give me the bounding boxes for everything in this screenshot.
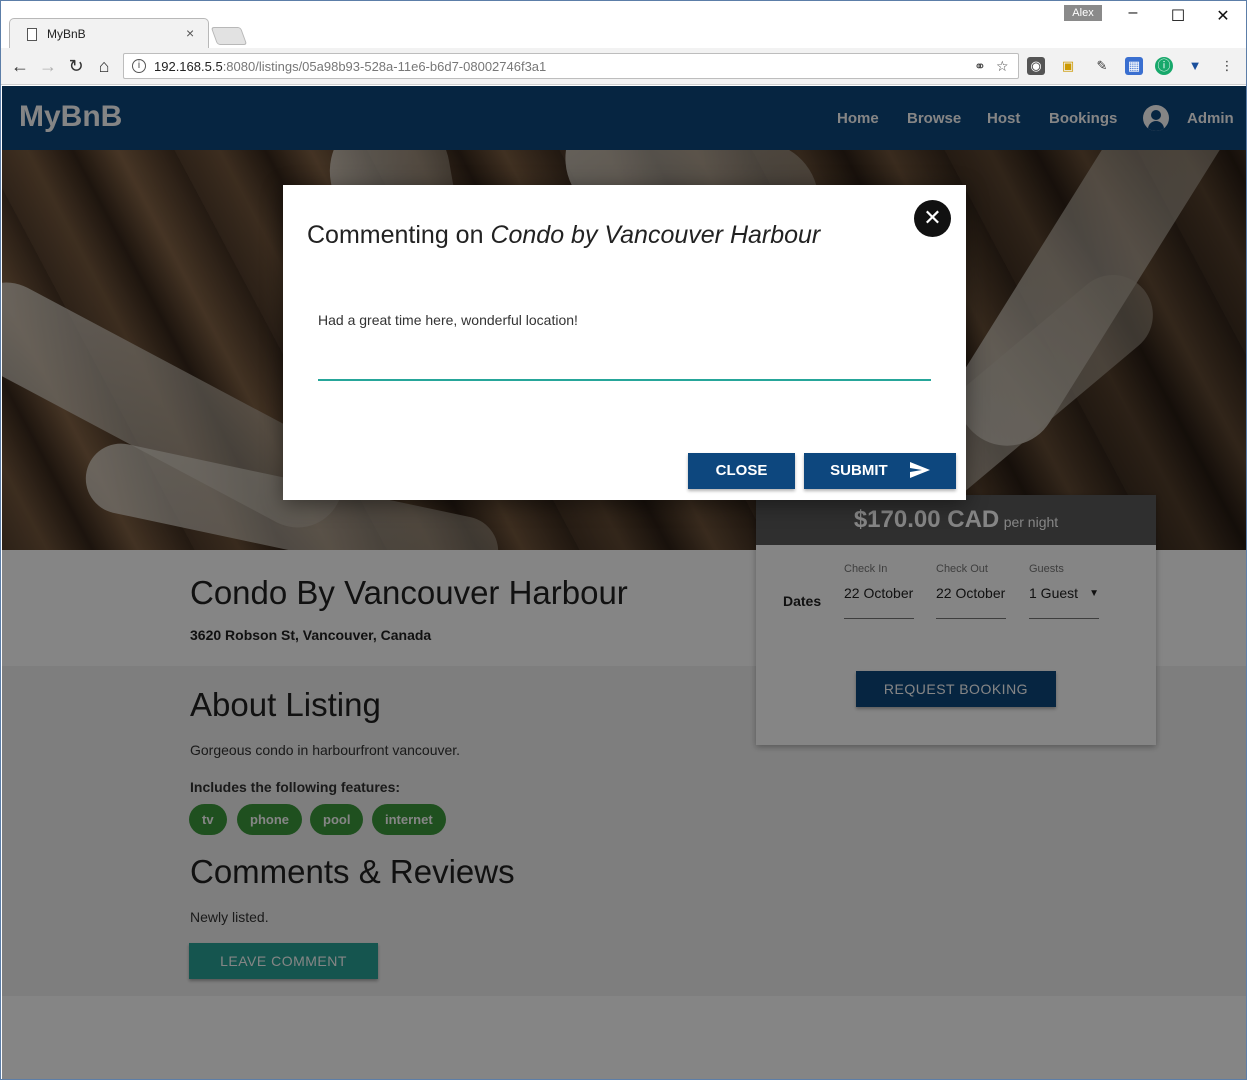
modal-title: Commenting on Condo by Vancouver Harbour bbox=[307, 221, 820, 250]
browser-toolbar: ← → ↻ ⌂ i 192.168.5.5:8080/listings/05a9… bbox=[1, 48, 1246, 85]
vpn-extension-icon[interactable]: ▼ bbox=[1186, 57, 1204, 75]
comment-modal: Commenting on Condo by Vancouver Harbour… bbox=[283, 185, 966, 500]
tab-close-icon[interactable]: × bbox=[186, 25, 194, 41]
close-icon[interactable]: ✕ bbox=[914, 200, 951, 237]
bookmark-star-icon[interactable]: ☆ bbox=[996, 58, 1009, 75]
modal-title-prefix: Commenting on bbox=[307, 221, 491, 249]
shield-extension-icon[interactable]: ◉ bbox=[1027, 57, 1045, 75]
browser-window: MyBnB × Alex – ☐ ✕ ← → ↻ ⌂ i 192.168.5.5… bbox=[0, 0, 1247, 1080]
submit-button[interactable]: SUBMIT bbox=[804, 453, 956, 489]
reload-icon[interactable]: ↻ bbox=[65, 55, 87, 77]
calendar-extension-icon[interactable]: ▦ bbox=[1125, 57, 1143, 75]
page-viewport: MyBnB Home Browse Host Bookings Admin Co… bbox=[2, 86, 1246, 1079]
window-close-icon[interactable]: ✕ bbox=[1208, 6, 1238, 26]
document-icon bbox=[27, 28, 37, 41]
address-bar[interactable]: i 192.168.5.5:8080/listings/05a98b93-528… bbox=[123, 53, 1019, 79]
url-host: 192.168.5.5 bbox=[154, 59, 223, 74]
new-tab-button[interactable] bbox=[210, 27, 248, 45]
url-text[interactable]: 192.168.5.5:8080/listings/05a98b93-528a-… bbox=[154, 59, 546, 74]
key-icon[interactable]: ⚭ bbox=[974, 58, 986, 75]
browser-tab[interactable] bbox=[9, 18, 209, 49]
close-button[interactable]: CLOSE bbox=[688, 453, 795, 489]
modal-title-listing: Condo by Vancouver Harbour bbox=[490, 221, 821, 249]
info-icon[interactable]: i bbox=[132, 59, 146, 73]
lock-extension-icon[interactable]: ▣ bbox=[1059, 57, 1077, 75]
info-extension-icon[interactable]: ⓘ bbox=[1155, 57, 1173, 75]
profile-badge[interactable]: Alex bbox=[1064, 5, 1102, 21]
comment-text[interactable]: Had a great time here, wonderful locatio… bbox=[318, 312, 578, 328]
submit-label: SUBMIT bbox=[830, 462, 888, 479]
comment-textarea[interactable]: Had a great time here, wonderful locatio… bbox=[318, 300, 931, 381]
home-icon[interactable]: ⌂ bbox=[93, 55, 115, 77]
forward-arrow-icon[interactable]: → bbox=[37, 55, 59, 77]
send-icon bbox=[909, 462, 930, 478]
menu-kebab-icon[interactable]: ⋮ bbox=[1218, 57, 1236, 75]
browser-titlebar: MyBnB × Alex – ☐ ✕ bbox=[1, 1, 1246, 49]
eyedropper-extension-icon[interactable]: ✎ bbox=[1093, 57, 1111, 75]
back-arrow-icon[interactable]: ← bbox=[9, 55, 31, 77]
url-path: :8080/listings/05a98b93-528a-11e6-b6d7-0… bbox=[222, 59, 547, 74]
maximize-icon[interactable]: ☐ bbox=[1163, 6, 1193, 26]
minimize-icon[interactable]: – bbox=[1118, 4, 1148, 22]
tab-title: MyBnB bbox=[47, 27, 86, 41]
